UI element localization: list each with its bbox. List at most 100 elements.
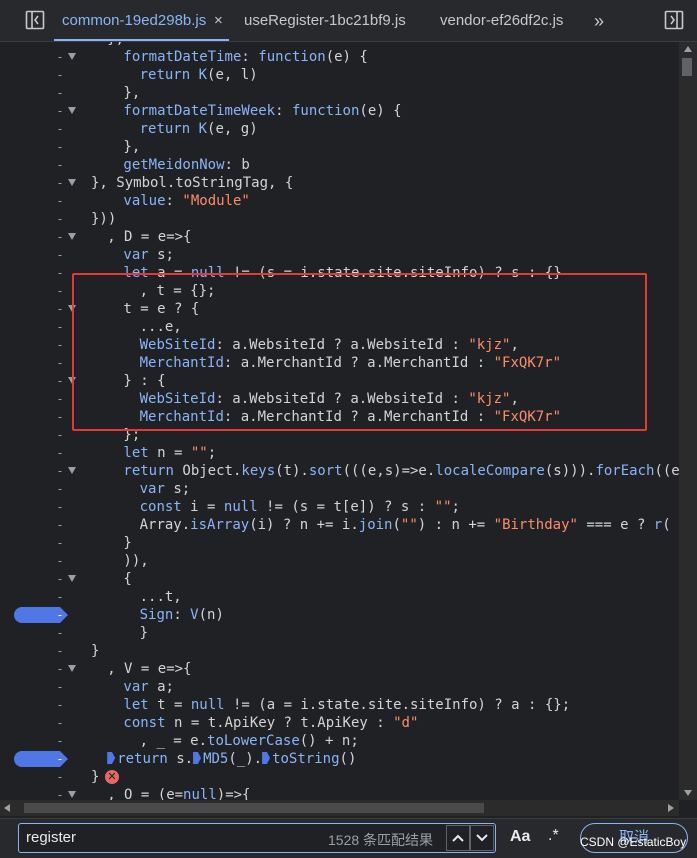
inline-breakpoint-icon[interactable] — [262, 752, 271, 764]
code-line[interactable]: - var a; — [0, 678, 680, 696]
fold-arrow-icon[interactable] — [68, 107, 76, 114]
line-number-placeholder[interactable]: - — [54, 696, 66, 714]
line-number-placeholder[interactable]: - — [54, 156, 66, 174]
line-number-placeholder[interactable]: - — [54, 66, 66, 84]
code-line[interactable]: -} — [0, 534, 680, 552]
toggle-navigator-icon[interactable] — [24, 9, 46, 31]
code-line[interactable]: - , V = e=>{ — [0, 660, 680, 678]
scroll-down-icon[interactable] — [684, 790, 692, 796]
code-line[interactable]: - const i = null != (s = t[e]) ? s : ""; — [0, 498, 680, 516]
line-number-placeholder[interactable]: - — [54, 516, 66, 534]
code-line[interactable]: -}, Symbol.toStringTag, { — [0, 174, 680, 192]
code-line[interactable]: - value: "Module" — [0, 192, 680, 210]
inline-breakpoint-icon[interactable] — [107, 752, 116, 764]
scroll-up-icon[interactable] — [684, 46, 692, 52]
line-number-placeholder[interactable]: - — [54, 282, 66, 300]
line-number-placeholder[interactable]: - — [54, 138, 66, 156]
horizontal-scroll-thumb[interactable] — [24, 803, 484, 813]
fold-arrow-icon[interactable] — [68, 179, 76, 186]
vertical-scroll-thumb[interactable] — [682, 58, 692, 76]
fold-arrow-icon[interactable] — [68, 53, 76, 60]
inline-breakpoint-icon[interactable] — [193, 752, 202, 764]
line-number-placeholder[interactable]: - — [54, 84, 66, 102]
code-line[interactable]: - , _ = e.toLowerCase() + n; — [0, 732, 680, 750]
vertical-scrollbar[interactable] — [679, 42, 697, 800]
code-line[interactable]: - const n = t.ApiKey ? t.ApiKey : "d" — [0, 714, 680, 732]
line-number-placeholder[interactable]: - — [54, 336, 66, 354]
line-number-placeholder[interactable]: - — [54, 534, 66, 552]
scroll-right-icon[interactable] — [668, 804, 674, 812]
line-number-placeholder[interactable]: - — [54, 768, 66, 786]
code-line[interactable]: - var s; — [0, 480, 680, 498]
code-line[interactable]: -})) — [0, 210, 680, 228]
code-line[interactable]: - ...t, — [0, 588, 680, 606]
fold-arrow-icon[interactable] — [68, 791, 76, 798]
search-query[interactable]: register — [26, 829, 76, 846]
line-number-placeholder[interactable]: - — [54, 642, 66, 660]
line-number-placeholder[interactable]: - — [54, 660, 66, 678]
code-line[interactable]: - return K(e, l) — [0, 66, 680, 84]
fold-arrow-icon[interactable] — [68, 665, 76, 672]
line-number-placeholder[interactable]: - — [54, 444, 66, 462]
line-number-placeholder[interactable]: - — [54, 426, 66, 444]
fold-arrow-icon[interactable] — [68, 467, 76, 474]
code-line[interactable]: - formatDateTimeWeek: function(e) { — [0, 102, 680, 120]
code-line[interactable]: - , O = (e=null)=>{ — [0, 786, 680, 800]
previous-match-button[interactable] — [446, 825, 470, 851]
line-number-placeholder[interactable]: - — [54, 264, 66, 282]
line-number-placeholder[interactable]: - — [54, 228, 66, 246]
scroll-left-icon[interactable] — [4, 804, 10, 812]
line-number-placeholder[interactable]: - — [54, 678, 66, 696]
code-line[interactable]: - return Object.keys(t).sort(((e,s)=>e.lo… — [0, 462, 688, 480]
code-line[interactable]: -} — [0, 624, 680, 642]
toggle-debugger-icon[interactable] — [663, 9, 685, 31]
code-line[interactable]: - , D = e=>{ — [0, 228, 680, 246]
fold-arrow-icon[interactable] — [68, 233, 76, 240]
line-number-placeholder[interactable]: - — [54, 246, 66, 264]
regex-button[interactable]: .* — [548, 827, 559, 845]
tab-useregister-js[interactable]: useRegister-1bc21bf9.js — [244, 0, 406, 41]
line-number-placeholder[interactable]: - — [54, 714, 66, 732]
code-line[interactable]: - Array.isArray(i) ? n += i.join("") : n … — [0, 516, 680, 534]
line-number-placeholder[interactable]: - — [54, 102, 66, 120]
code-line[interactable]: -} — [0, 642, 680, 660]
code-line[interactable]: - let n = ""; — [0, 444, 680, 462]
code-line[interactable]: - formatDateTime: function(e) { — [0, 48, 680, 66]
line-number-placeholder[interactable]: - — [54, 318, 66, 336]
line-number-placeholder[interactable]: - — [54, 498, 66, 516]
close-tab-icon[interactable]: × — [214, 0, 223, 42]
match-case-button[interactable]: Aa — [510, 828, 530, 846]
line-number-placeholder[interactable]: - — [54, 354, 66, 372]
line-number-placeholder[interactable]: - — [54, 786, 66, 800]
code-line[interactable]: - Sign: V(n) — [0, 606, 680, 624]
line-number-placeholder[interactable]: - — [54, 390, 66, 408]
code-line[interactable]: - var s; — [0, 246, 680, 264]
line-number-placeholder[interactable]: - — [54, 210, 66, 228]
line-number-placeholder[interactable]: - — [54, 624, 66, 642]
breakpoint-marker[interactable]: - — [14, 751, 68, 767]
error-icon[interactable]: ✕ — [105, 770, 119, 784]
code-line[interactable]: - let t = null != (a = i.state.site.siteI… — [0, 696, 680, 714]
fold-arrow-icon[interactable] — [68, 575, 76, 582]
code-line[interactable]: - return s. MD5(_). toString() — [0, 750, 680, 768]
breakpoint-marker[interactable]: - — [14, 607, 68, 623]
line-number-placeholder[interactable]: - — [54, 408, 66, 426]
line-number-placeholder[interactable]: - — [54, 570, 66, 588]
next-match-button[interactable] — [470, 825, 494, 851]
line-number-placeholder[interactable]: - — [54, 552, 66, 570]
line-number-placeholder[interactable]: - — [54, 174, 66, 192]
line-number-placeholder[interactable]: - — [54, 192, 66, 210]
code-line[interactable]: - return K(e, g) — [0, 120, 680, 138]
code-line[interactable]: -}, — [0, 84, 680, 102]
line-number-placeholder[interactable]: - — [54, 480, 66, 498]
code-line[interactable]: -{ — [0, 570, 680, 588]
code-line[interactable]: -)), — [0, 552, 680, 570]
line-number-placeholder[interactable]: - — [54, 462, 66, 480]
more-tabs-icon[interactable]: » — [594, 0, 604, 41]
line-number-placeholder[interactable]: - — [54, 120, 66, 138]
tab-common-js[interactable]: common-19ed298b.js — [54, 0, 229, 41]
line-number-placeholder[interactable]: - — [54, 48, 66, 66]
line-number-placeholder[interactable]: - — [54, 372, 66, 390]
tab-vendor-js[interactable]: vendor-ef26df2c.js — [440, 0, 563, 41]
code-line[interactable]: - getMeidonNow: b — [0, 156, 680, 174]
